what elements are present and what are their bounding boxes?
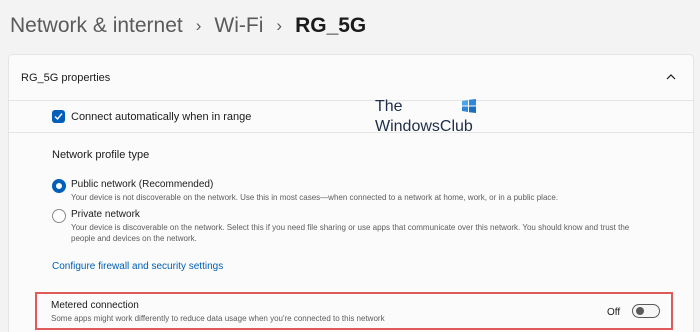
auto-connect-row: Connect automatically when in range [9,101,693,133]
page-title: RG_5G [295,14,367,37]
metered-connection-description: Some apps might work differently to redu… [51,314,385,323]
metered-connection-title: Metered connection [51,300,139,311]
network-profile-title: Network profile type [52,149,150,161]
logo-text-the: The [375,98,403,115]
network-profile-section: Network profile type Public network (Rec… [9,134,693,282]
toggle-knob [636,307,644,315]
private-network-description-line2: people and devices on the network. [71,234,197,243]
breadcrumb: Network & internet › Wi-Fi › RG_5G [10,14,366,38]
checkmark-icon [54,113,63,121]
properties-card-header[interactable]: RG_5G properties [9,55,693,101]
private-network-title: Private network [71,209,140,220]
public-network-title: Public network (Recommended) [71,179,214,190]
auto-connect-checkbox[interactable] [52,110,65,123]
breadcrumb-wifi[interactable]: Wi-Fi [214,14,263,38]
breadcrumb-network-internet[interactable]: Network & internet [10,14,183,38]
metered-connection-row: Metered connection Some apps might work … [35,292,673,330]
public-network-radio[interactable] [52,179,66,193]
properties-card-title: RG_5G properties [21,72,111,84]
windowsclub-logo: The WindowsClub [375,98,485,144]
metered-toggle-state: Off [607,307,621,318]
windows-flag-icon [462,99,476,113]
properties-card: RG_5G properties Connect automatically w… [8,54,694,332]
firewall-settings-link[interactable]: Configure firewall and security settings [52,261,223,272]
public-network-description: Your device is not discoverable on the n… [71,193,559,202]
breadcrumb-separator: › [276,16,283,35]
logo-text-windowsclub: WindowsClub [375,118,473,135]
chevron-up-icon[interactable] [665,71,677,83]
auto-connect-label: Connect automatically when in range [71,111,252,123]
breadcrumb-separator: › [195,16,202,35]
private-network-radio[interactable] [52,209,66,223]
metered-connection-toggle[interactable] [632,304,660,318]
